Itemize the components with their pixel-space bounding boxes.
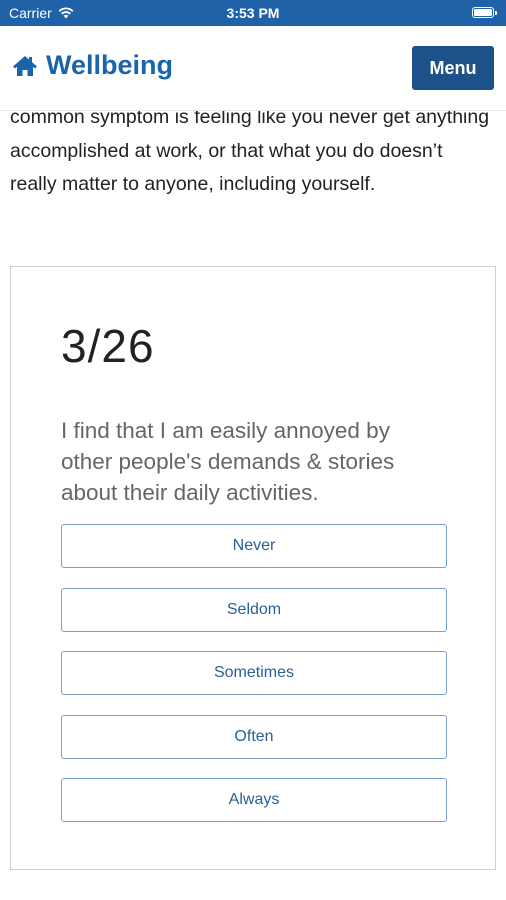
battery-icon: [472, 7, 497, 18]
status-bar: Carrier 3:53 PM: [0, 0, 506, 26]
brand-title: Wellbeing: [46, 50, 174, 80]
intro-text: common symptom is feeling like you never…: [10, 106, 490, 195]
home-icon: [13, 55, 37, 76]
navbar: Wellbeing Menu: [0, 26, 506, 111]
answer-always-button[interactable]: Always: [61, 778, 447, 822]
answer-sometimes-button[interactable]: Sometimes: [61, 651, 447, 695]
question-text: I find that I am easily annoyed by other…: [61, 418, 395, 505]
menu-button[interactable]: Menu: [412, 46, 494, 90]
answer-seldom-button[interactable]: Seldom: [61, 587, 447, 632]
quiz-card: 3/26 I find that I am easily annoyed by …: [10, 266, 496, 870]
answer-often-button[interactable]: Often: [61, 714, 447, 759]
answer-options: Never Seldom Sometimes Often Always: [61, 524, 447, 842]
question-counter: 3/26: [61, 320, 155, 372]
status-time: 3:53 PM: [226, 5, 280, 21]
brand-link[interactable]: Wellbeing: [12, 50, 173, 81]
answer-never-button[interactable]: Never: [61, 524, 447, 568]
